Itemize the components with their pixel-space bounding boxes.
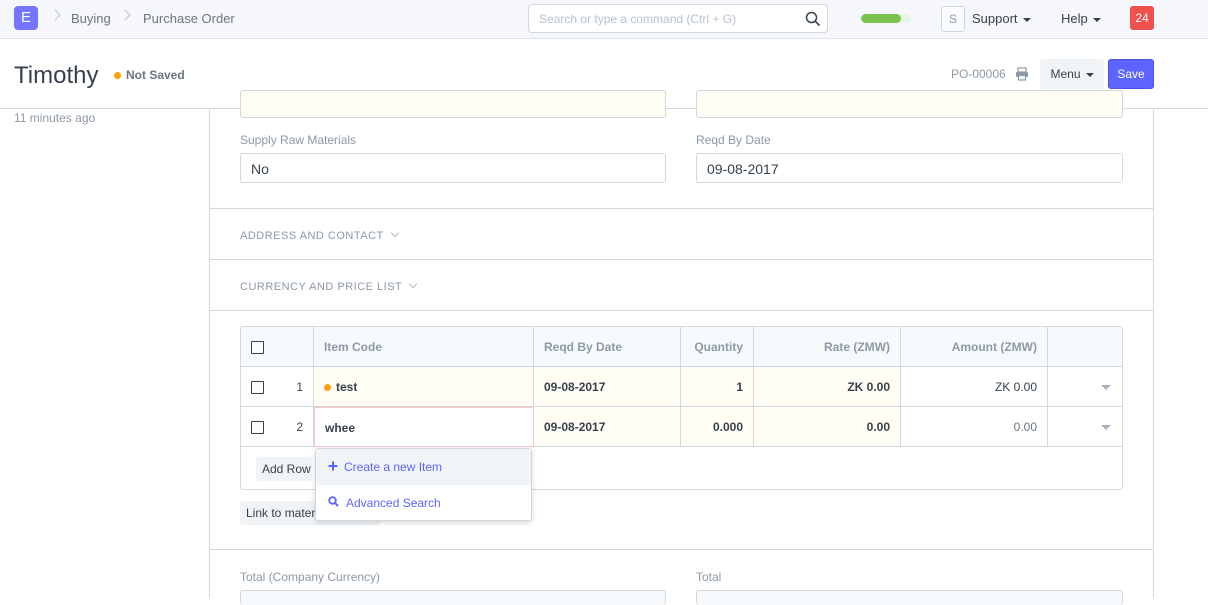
section-address-and-contact[interactable]: ADDRESS AND CONTACT [240,228,400,242]
search-placeholder: Search or type a command (Ctrl + G) [539,12,737,26]
row-reqd-by[interactable]: 09-08-2017 [534,407,681,447]
chevron-right-icon [49,9,61,21]
save-button[interactable]: Save [1108,59,1154,89]
caret-down-icon[interactable] [1101,425,1111,430]
page-title: Timothy [14,62,99,89]
row-checkbox[interactable] [251,381,264,394]
create-new-item-option[interactable]: Create a new Item [316,449,531,485]
col-actions [1048,327,1122,367]
total-company-currency-label: Total (Company Currency) [240,570,381,584]
supply-raw-materials-select[interactable]: No [240,153,666,183]
document-name: PO-00006 [951,67,1006,81]
caret-down-icon[interactable] [1101,385,1111,390]
menu-button[interactable]: Menu [1040,59,1104,89]
section-divider [209,549,1154,550]
row-checkbox[interactable] [251,421,264,434]
section-divider [209,310,1154,311]
user-avatar[interactable]: S [941,6,965,32]
chevron-right-icon [119,9,131,21]
modified-timestamp: 11 minutes ago [14,111,96,125]
date-field[interactable] [696,90,1123,118]
advanced-search-label: Advanced Search [346,496,441,510]
reqd-by-date-input[interactable]: 09-08-2017 [696,153,1123,183]
row-actions[interactable] [1048,367,1122,407]
support-label: Support [972,11,1018,26]
row-rate[interactable]: ZK 0.00 [754,367,901,407]
row-item-code[interactable]: test [314,367,534,407]
status-label: Not Saved [126,68,185,82]
section-currency-label: CURRENCY AND PRICE LIST [240,281,403,293]
menu-label: Menu [1050,67,1081,81]
row-rate[interactable]: 0.00 [754,407,901,447]
print-icon[interactable] [1015,67,1029,81]
row-item-code-input[interactable]: whee [314,407,534,447]
section-divider [209,208,1154,209]
caret-down-icon [1092,17,1101,22]
status-dot-icon [324,384,331,391]
sync-progress-bar [861,14,911,23]
plus-icon [328,461,338,471]
breadcrumb-purchase-order[interactable]: Purchase Order [143,11,235,26]
search-icon[interactable] [805,11,821,27]
navbar: E Buying Purchase Order Search or type a… [0,0,1208,39]
section-address-label: ADDRESS AND CONTACT [240,230,384,242]
chevron-down-icon [409,279,418,289]
row-reqd-by[interactable]: 09-08-2017 [534,367,681,407]
support-dropdown[interactable]: Support [972,11,1031,26]
supply-raw-materials-label: Supply Raw Materials [240,133,357,147]
col-rate: Rate (ZMW) [754,327,901,367]
row-actions[interactable] [1048,407,1122,447]
col-item-code: Item Code [314,327,534,367]
item-autocomplete-dropdown: Create a new Item Advanced Search [315,448,532,521]
item-code-value: test [336,380,358,394]
row-qty[interactable]: 0.000 [681,407,754,447]
create-new-item-label: Create a new Item [344,460,443,474]
col-quantity: Quantity [681,327,754,367]
reqd-by-date-label: Reqd By Date [696,133,771,147]
search-input[interactable]: Search or type a command (Ctrl + G) [528,4,828,33]
caret-down-icon [1085,72,1094,77]
total-label: Total [696,570,722,584]
chevron-down-icon [390,228,400,238]
app-logo[interactable]: E [14,6,38,30]
breadcrumb-buying[interactable]: Buying [71,11,111,26]
add-row-button[interactable]: Add Row [256,457,312,481]
section-divider [209,259,1154,260]
section-currency-and-price-list[interactable]: CURRENCY AND PRICE LIST [240,279,418,293]
help-dropdown[interactable]: Help [1061,11,1101,26]
help-label: Help [1061,11,1088,26]
col-reqd-by-date: Reqd By Date [534,327,681,367]
row-amount: 0.00 [901,407,1048,447]
caret-down-icon [1022,17,1031,22]
row-amount: ZK 0.00 [901,367,1048,407]
progress-fill [861,14,901,23]
notification-badge[interactable]: 24 [1130,6,1154,30]
col-amount: Amount (ZMW) [901,327,1048,367]
select-all-checkbox[interactable] [251,341,264,354]
row-qty[interactable]: 1 [681,367,754,407]
search-icon [328,496,339,507]
status-indicator-icon [114,72,121,79]
advanced-search-option[interactable]: Advanced Search [316,485,531,521]
supplier-field[interactable] [240,90,666,118]
